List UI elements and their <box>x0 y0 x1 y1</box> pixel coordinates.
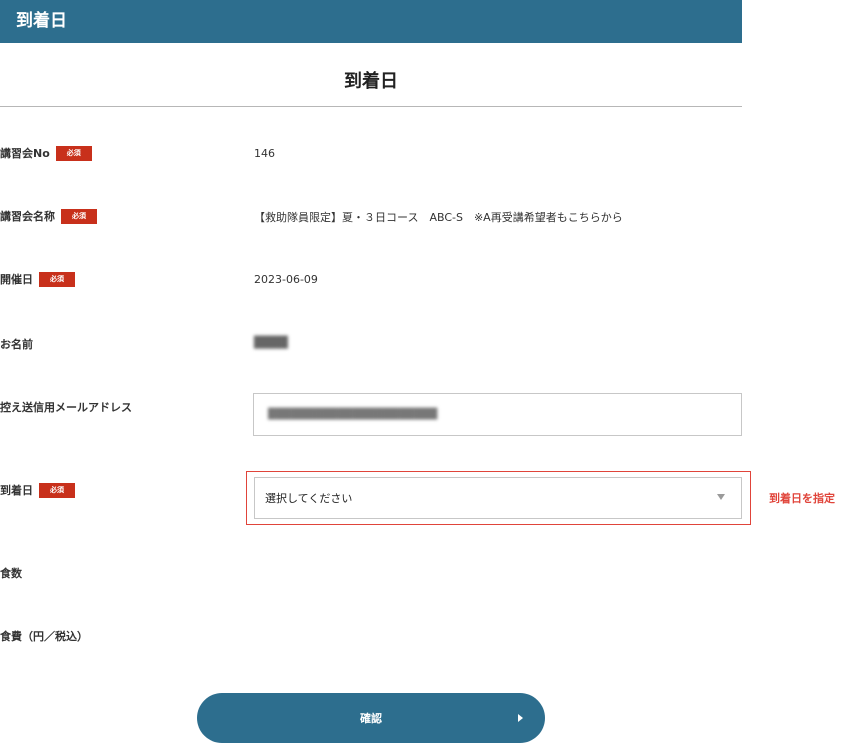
play-arrow-icon <box>518 714 523 722</box>
name-label: お名前 <box>0 336 33 352</box>
dropdown-arrow-icon <box>717 494 725 500</box>
header-title: 到着日 <box>16 11 67 31</box>
header-bar: 到着日 <box>0 0 742 43</box>
name-value: ████ <box>254 336 288 349</box>
event-date-label-text: 開催日 <box>0 273 33 286</box>
email-label: 控え送信用メールアドレス <box>0 399 132 415</box>
required-badge: 必須 <box>55 145 92 161</box>
email-field[interactable]: ██████████████████████ <box>253 393 742 436</box>
arrival-date-label-text: 到着日 <box>0 484 33 497</box>
required-badge: 必須 <box>39 482 75 498</box>
name-label-text: お名前 <box>0 338 33 351</box>
meal-cost-label-text: 食費（円／税込） <box>0 630 88 643</box>
seminar-no-value: 146 <box>254 147 275 160</box>
arrival-date-annotation: 到着日を指定 <box>769 492 835 505</box>
meals-label: 食数 <box>0 565 22 581</box>
meals-label-text: 食数 <box>0 567 22 580</box>
confirm-button-label: 確認 <box>360 712 382 725</box>
seminar-no-label: 講習会No 必須 <box>0 145 92 161</box>
meal-cost-label: 食費（円／税込） <box>0 628 88 644</box>
arrival-date-label: 到着日 必須 <box>0 482 75 498</box>
heading-divider <box>0 106 742 107</box>
event-date-label: 開催日 必須 <box>0 271 75 287</box>
email-label-text: 控え送信用メールアドレス <box>0 401 132 414</box>
seminar-name-label: 講習会名称 必須 <box>0 208 97 224</box>
arrival-date-select-value: 選択してください <box>265 492 353 505</box>
required-badge: 必須 <box>39 271 75 287</box>
required-badge: 必須 <box>61 208 97 224</box>
arrival-date-form-page: 到着日 到着日 講習会No 必須 146 講習会名称 必須 【救助隊員限定】夏・… <box>0 0 850 745</box>
seminar-name-label-text: 講習会名称 <box>0 210 55 223</box>
arrival-date-select[interactable]: 選択してください <box>254 477 742 519</box>
page-title: 到着日 <box>344 71 398 92</box>
seminar-no-label-text: 講習会No <box>0 147 50 160</box>
event-date-value: 2023-06-09 <box>254 273 318 286</box>
seminar-name-value: 【救助隊員限定】夏・３日コース ABC-S ※A再受講希望者もこちらから <box>254 211 623 224</box>
confirm-button[interactable]: 確認 <box>197 693 545 743</box>
email-field-value: ██████████████████████ <box>268 409 438 420</box>
